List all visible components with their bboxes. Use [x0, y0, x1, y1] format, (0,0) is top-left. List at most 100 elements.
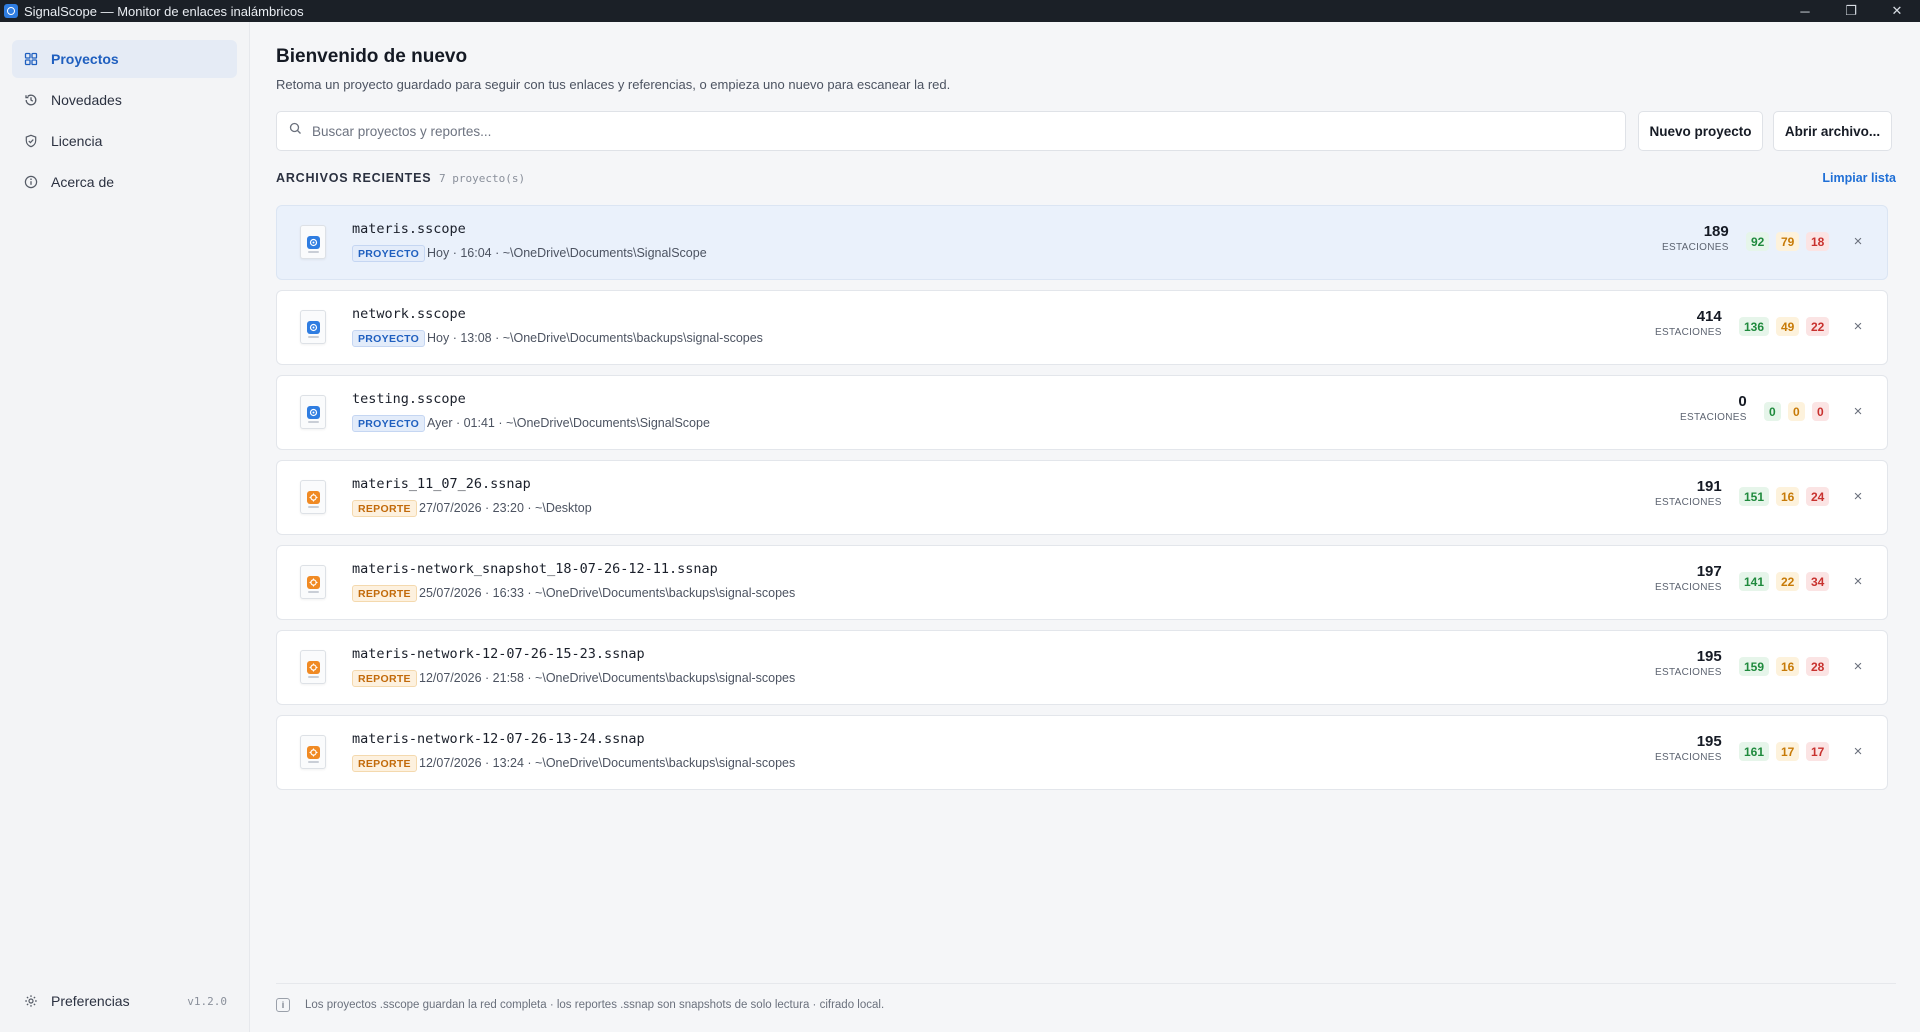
file-meta: Hoy · 16:04 · ~\OneDrive\Documents\Signa…	[427, 246, 707, 260]
stations-summary: 197 ESTACIONES	[1655, 563, 1722, 593]
page-title: Bienvenido de nuevo	[276, 46, 468, 67]
recent-file-row[interactable]: testing.sscope PROYECTO Ayer · 01:41 · ~\O…	[276, 375, 1888, 450]
history-icon	[24, 93, 38, 107]
project-file-icon	[300, 395, 326, 429]
file-meta: Hoy · 13:08 · ~\OneDrive\Documents\backu…	[427, 331, 763, 345]
minimize-button[interactable]: ─	[1782, 0, 1828, 22]
bad-count-badge: 34	[1806, 572, 1830, 591]
bad-count-badge: 0	[1812, 402, 1829, 421]
good-count-badge: 161	[1739, 742, 1770, 761]
warn-count-badge: 79	[1776, 232, 1800, 251]
sidebar-item-label: Proyectos	[51, 51, 119, 67]
scope-icon	[307, 321, 320, 334]
file-name[interactable]: materis_11_07_26.ssnap	[352, 476, 531, 492]
file-meta: 12/07/2026 · 13:24 · ~\OneDrive\Document…	[419, 756, 796, 770]
file-type-badge: PROYECTO	[352, 330, 426, 347]
remove-recent-icon[interactable]: ×	[1851, 743, 1865, 760]
good-count-badge: 136	[1739, 317, 1770, 336]
info-icon: i	[276, 998, 290, 1012]
sidebar-item-licencia[interactable]: Licencia	[12, 122, 237, 160]
scope-icon	[307, 406, 320, 419]
file-name[interactable]: materis-network_snapshot_18-07-26-12-11.…	[352, 561, 718, 577]
report-file-icon	[300, 735, 326, 769]
bad-count-badge: 22	[1806, 317, 1830, 336]
recent-files-count: 7 proyecto(s)	[439, 172, 526, 185]
window-title: SignalScope — Monitor de enlaces inalámb…	[24, 3, 304, 19]
file-name[interactable]: testing.sscope	[352, 391, 466, 407]
gear-icon	[24, 994, 38, 1008]
recent-files-heading: ARCHIVOS RECIENTES	[276, 171, 432, 185]
sidebar-item-proyectos[interactable]: Proyectos	[12, 40, 237, 78]
recent-file-row[interactable]: materis-network_snapshot_18-07-26-12-11.…	[276, 545, 1888, 620]
stations-label: ESTACIONES	[1662, 242, 1729, 253]
snapshot-icon	[307, 491, 320, 504]
stations-label: ESTACIONES	[1655, 497, 1722, 508]
recent-file-row[interactable]: materis-network-12-07-26-13-24.ssnap REPO…	[276, 715, 1888, 790]
snapshot-icon	[307, 746, 320, 759]
file-type-badge: REPORTE	[352, 585, 417, 602]
snapshot-icon	[307, 576, 320, 589]
sidebar-item-label: Licencia	[51, 133, 103, 149]
stations-count: 189	[1703, 223, 1729, 240]
preferences-label: Preferencias	[51, 993, 130, 1009]
file-name[interactable]: materis.sscope	[352, 221, 466, 237]
file-stripe	[308, 421, 319, 423]
page-subtitle: Retoma un proyecto guardado para seguir …	[276, 77, 951, 92]
file-name[interactable]: materis-network-12-07-26-13-24.ssnap	[352, 731, 645, 747]
sidebar-item-label: Acerca de	[51, 174, 115, 190]
recent-file-row[interactable]: materis.sscope PROYECTO Hoy · 16:04 · ~\On…	[276, 205, 1888, 280]
shield-check-icon	[24, 134, 38, 148]
stations-count: 0	[1738, 393, 1747, 410]
app-logo-icon	[4, 4, 18, 18]
sidebar-item-acerca-de[interactable]: Acerca de	[12, 163, 237, 201]
warn-count-badge: 16	[1776, 657, 1800, 676]
stations-label: ESTACIONES	[1655, 667, 1722, 678]
clear-list-link[interactable]: Limpiar lista	[1822, 171, 1896, 185]
good-count-badge: 151	[1739, 487, 1770, 506]
file-type-badge: PROYECTO	[352, 245, 426, 262]
file-stripe	[308, 251, 319, 253]
file-type-badge: REPORTE	[352, 500, 417, 517]
file-type-badge: REPORTE	[352, 670, 417, 687]
remove-recent-icon[interactable]: ×	[1851, 658, 1865, 675]
open-file-button[interactable]: Abrir archivo...	[1773, 111, 1892, 151]
search-icon	[289, 122, 302, 140]
stations-label: ESTACIONES	[1655, 582, 1722, 593]
file-stripe	[308, 506, 319, 508]
close-button[interactable]: ✕	[1874, 0, 1920, 22]
search-box	[276, 111, 1626, 151]
search-input[interactable]	[312, 123, 1612, 139]
file-stripe	[308, 336, 319, 338]
stations-count: 195	[1696, 648, 1722, 665]
recent-file-row[interactable]: materis-network-12-07-26-15-23.ssnap REPO…	[276, 630, 1888, 705]
stations-count: 414	[1696, 308, 1722, 325]
recent-file-row[interactable]: materis_11_07_26.ssnap REPORTE 27/07/2026 …	[276, 460, 1888, 535]
file-meta: Ayer · 01:41 · ~\OneDrive\Documents\Sign…	[427, 416, 710, 430]
scope-icon	[307, 236, 320, 249]
report-file-icon	[300, 565, 326, 599]
recent-file-row[interactable]: network.sscope PROYECTO Hoy · 13:08 · ~\On…	[276, 290, 1888, 365]
stations-label: ESTACIONES	[1655, 752, 1722, 763]
bad-count-badge: 17	[1806, 742, 1830, 761]
remove-recent-icon[interactable]: ×	[1851, 488, 1865, 505]
sidebar-item-novedades[interactable]: Novedades	[12, 81, 237, 119]
bad-count-badge: 18	[1806, 232, 1830, 251]
file-meta: 12/07/2026 · 21:58 · ~\OneDrive\Document…	[419, 671, 796, 685]
file-stripe	[308, 761, 319, 763]
remove-recent-icon[interactable]: ×	[1851, 403, 1865, 420]
new-project-button[interactable]: Nuevo proyecto	[1638, 111, 1763, 151]
file-name[interactable]: materis-network-12-07-26-15-23.ssnap	[352, 646, 645, 662]
snapshot-icon	[307, 661, 320, 674]
remove-recent-icon[interactable]: ×	[1851, 318, 1865, 335]
remove-recent-icon[interactable]: ×	[1851, 233, 1865, 250]
warn-count-badge: 17	[1776, 742, 1800, 761]
stations-summary: 414 ESTACIONES	[1655, 308, 1722, 338]
remove-recent-icon[interactable]: ×	[1851, 573, 1865, 590]
maximize-button[interactable]: ❐	[1828, 0, 1874, 22]
project-file-icon	[300, 225, 326, 259]
warn-count-badge: 0	[1788, 402, 1805, 421]
file-type-badge: REPORTE	[352, 755, 417, 772]
stations-label: ESTACIONES	[1655, 327, 1722, 338]
bad-count-badge: 28	[1806, 657, 1830, 676]
file-name[interactable]: network.sscope	[352, 306, 466, 322]
